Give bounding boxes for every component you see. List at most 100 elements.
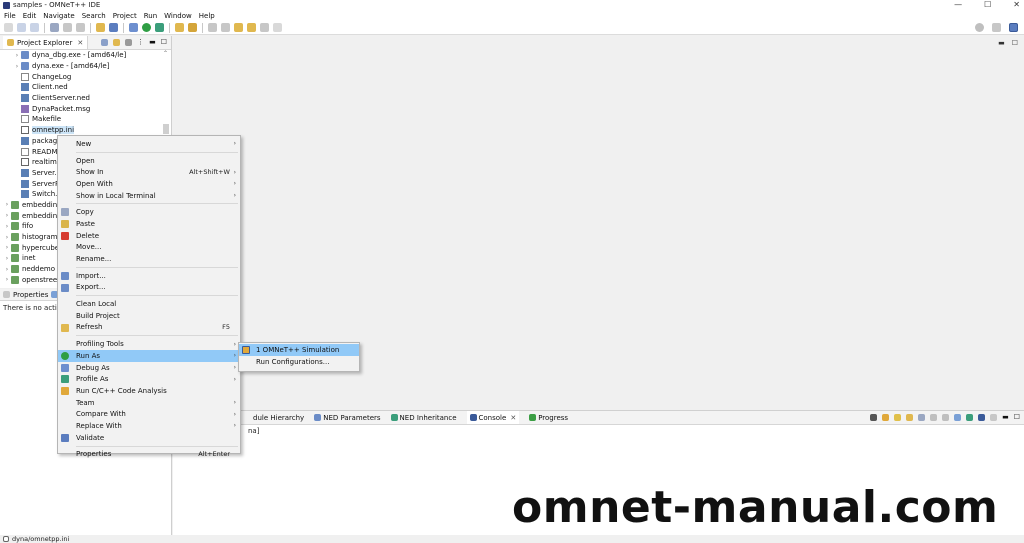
minimize-view-icon[interactable]: ▬ bbox=[149, 38, 156, 46]
menu-item-show-in-local-terminal[interactable]: Show in Local Terminal › bbox=[58, 190, 240, 202]
menu-item-new[interactable]: New › bbox=[58, 138, 240, 150]
menu-item-copy[interactable]: Copy bbox=[58, 206, 240, 218]
pin-editor-icon[interactable] bbox=[273, 23, 282, 32]
tree-item[interactable]: DynaPacket.msg bbox=[0, 103, 171, 114]
expand-arrow-icon[interactable]: › bbox=[3, 244, 11, 251]
tab-module-hierarchy[interactable]: dule Hierarchy bbox=[253, 414, 304, 422]
minimize-button[interactable]: — bbox=[954, 0, 962, 10]
menu-item-profile-as[interactable]: Profile As › bbox=[58, 373, 240, 385]
tab-project-explorer[interactable]: Project Explorer ✕ bbox=[3, 36, 89, 49]
menu-item-export[interactable]: Export... bbox=[58, 282, 240, 294]
menu-item-open-with[interactable]: Open With › bbox=[58, 178, 240, 190]
menu-item-run-as[interactable]: Run As › bbox=[58, 350, 240, 362]
clear-console-icon[interactable] bbox=[930, 413, 938, 421]
maximize-editor-icon[interactable]: ☐ bbox=[1012, 39, 1018, 47]
expand-arrow-icon[interactable]: › bbox=[13, 52, 21, 59]
tab-ned-parameters[interactable]: NED Parameters bbox=[314, 414, 381, 422]
word-wrap-icon[interactable] bbox=[918, 413, 926, 421]
menu-item-build-project[interactable]: Build Project bbox=[58, 310, 240, 322]
menu-item-refresh[interactable]: Refresh F5 bbox=[58, 322, 240, 334]
expand-arrow-icon[interactable]: › bbox=[3, 276, 11, 283]
terminate-icon[interactable] bbox=[870, 413, 878, 421]
menu-item-compare-with[interactable]: Compare With › bbox=[58, 408, 240, 420]
tab-ned-inheritance[interactable]: NED Inheritance bbox=[390, 414, 457, 422]
menu-window[interactable]: Window bbox=[164, 12, 192, 20]
scrollbar-thumb[interactable] bbox=[163, 124, 169, 134]
build-icon[interactable] bbox=[96, 23, 105, 32]
menu-item-show-in[interactable]: Show In Alt+Shift+W › bbox=[58, 166, 240, 178]
tree-item[interactable]: › dyna_dbg.exe - [amd64/le] bbox=[0, 50, 171, 61]
scroll-lock-icon[interactable] bbox=[906, 413, 914, 421]
search-toolbar-icon[interactable] bbox=[188, 23, 197, 32]
menu-file[interactable]: File bbox=[4, 12, 16, 20]
display-console-icon[interactable] bbox=[954, 413, 962, 421]
menu-help[interactable]: Help bbox=[199, 12, 215, 20]
new-console-icon[interactable] bbox=[978, 413, 986, 421]
next-annotation-icon[interactable] bbox=[221, 23, 230, 32]
menu-item-open[interactable]: Open bbox=[58, 155, 240, 167]
maximize-button[interactable]: ☐ bbox=[984, 0, 991, 10]
close-icon[interactable]: ✕ bbox=[77, 39, 83, 47]
menu-item-properties[interactable]: Properties Alt+Enter bbox=[58, 449, 240, 461]
maximize-view-icon[interactable]: ☐ bbox=[161, 38, 167, 46]
filter-icon[interactable] bbox=[125, 38, 133, 46]
debug-icon[interactable] bbox=[129, 23, 138, 32]
profile-icon[interactable] bbox=[155, 23, 164, 32]
menu-edit[interactable]: Edit bbox=[23, 12, 37, 20]
remove-launch-icon[interactable] bbox=[882, 413, 890, 421]
tree-item[interactable]: Client.ned bbox=[0, 82, 171, 93]
expand-arrow-icon[interactable]: › bbox=[3, 223, 11, 230]
open-type-icon[interactable] bbox=[175, 23, 184, 32]
tab-progress[interactable]: Progress bbox=[529, 414, 568, 422]
close-window-button[interactable]: ✕ bbox=[1013, 0, 1020, 10]
tree-item[interactable]: Makefile bbox=[0, 114, 171, 125]
console-view-menu-icon[interactable] bbox=[990, 413, 998, 421]
undo-icon[interactable] bbox=[63, 23, 72, 32]
save-all-icon[interactable] bbox=[30, 23, 39, 32]
minimize-console-icon[interactable]: ▬ bbox=[1002, 413, 1009, 421]
scroll-up-icon[interactable]: ⌃ bbox=[163, 50, 168, 57]
console-scrollbar[interactable] bbox=[1014, 441, 1020, 531]
save-icon[interactable] bbox=[17, 23, 26, 32]
pin-console-icon[interactable] bbox=[894, 413, 902, 421]
menu-item-profiling-tools[interactable]: Profiling Tools › bbox=[58, 338, 240, 350]
back-icon[interactable] bbox=[247, 23, 256, 32]
expand-arrow-icon[interactable]: › bbox=[3, 201, 11, 208]
show-on-output-icon[interactable] bbox=[942, 413, 950, 421]
menu-item-run-c-c-code-analysis[interactable]: Run C/C++ Code Analysis bbox=[58, 385, 240, 397]
expand-arrow-icon[interactable]: › bbox=[3, 266, 11, 273]
menu-navigate[interactable]: Navigate bbox=[43, 12, 74, 20]
open-console-icon[interactable] bbox=[966, 413, 974, 421]
simulation-perspective-icon[interactable] bbox=[1009, 23, 1018, 32]
menu-item-delete[interactable]: Delete bbox=[58, 230, 240, 242]
link-editor-icon[interactable] bbox=[113, 38, 121, 46]
tab-properties[interactable]: Properties bbox=[13, 291, 48, 299]
menu-item-debug-as[interactable]: Debug As › bbox=[58, 362, 240, 374]
tree-item[interactable]: omnetpp.ini bbox=[0, 125, 171, 136]
redo-icon[interactable] bbox=[76, 23, 85, 32]
menu-item-validate[interactable]: Validate bbox=[58, 432, 240, 444]
quick-access-search-icon[interactable] bbox=[975, 23, 984, 32]
open-perspective-icon[interactable] bbox=[992, 23, 1001, 32]
submenu-item-run-configurations[interactable]: Run Configurations... bbox=[239, 356, 359, 368]
last-edit-icon[interactable] bbox=[234, 23, 243, 32]
menu-item-team[interactable]: Team › bbox=[58, 397, 240, 409]
menu-item-clean-local[interactable]: Clean Local bbox=[58, 298, 240, 310]
maximize-console-icon[interactable]: ☐ bbox=[1014, 413, 1020, 421]
tree-item[interactable]: ChangeLog bbox=[0, 71, 171, 82]
menu-run[interactable]: Run bbox=[144, 12, 157, 20]
menu-project[interactable]: Project bbox=[113, 12, 137, 20]
menu-item-replace-with[interactable]: Replace With › bbox=[58, 420, 240, 432]
annotation-icon[interactable] bbox=[208, 23, 217, 32]
project-explorer-scrollbar[interactable]: ⌃ bbox=[163, 50, 169, 142]
expand-arrow-icon[interactable]: › bbox=[3, 255, 11, 262]
expand-arrow-icon[interactable]: › bbox=[3, 212, 11, 219]
terminal-icon[interactable] bbox=[109, 23, 118, 32]
menu-item-move[interactable]: Move... bbox=[58, 242, 240, 254]
tree-item[interactable]: › dyna.exe - [amd64/le] bbox=[0, 61, 171, 72]
expand-arrow-icon[interactable]: › bbox=[3, 234, 11, 241]
tab-console[interactable]: Console ✕ bbox=[466, 411, 520, 424]
view-menu-icon[interactable]: ⋮ bbox=[137, 38, 144, 46]
run-icon[interactable] bbox=[142, 23, 151, 32]
menu-item-rename[interactable]: Rename... bbox=[58, 253, 240, 265]
